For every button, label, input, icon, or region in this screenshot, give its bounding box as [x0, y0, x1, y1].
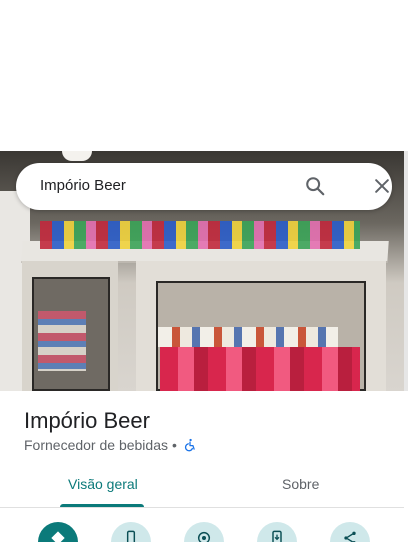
- nearby-button[interactable]: [184, 522, 224, 542]
- send-to-phone-button[interactable]: [257, 522, 297, 542]
- share-button[interactable]: [330, 522, 370, 542]
- phone-icon: [126, 530, 136, 542]
- tab-about[interactable]: Sobre: [282, 476, 319, 492]
- search-bar[interactable]: Impório Beer: [16, 163, 392, 210]
- separator-dot: •: [172, 437, 177, 453]
- close-icon[interactable]: [372, 176, 392, 196]
- call-button[interactable]: [111, 522, 151, 542]
- place-subtitle: Fornecedor de bebidas •: [24, 437, 197, 453]
- photo-products-shelf: [158, 327, 338, 347]
- tab-indicator: [60, 504, 144, 507]
- send-to-phone-icon: [272, 530, 282, 542]
- tab-bar: Visão geral Sobre: [0, 470, 404, 508]
- share-icon: [344, 531, 356, 542]
- scrollbar[interactable]: [404, 151, 408, 391]
- action-row: [0, 520, 404, 542]
- photo-products-left: [38, 311, 86, 371]
- photo-products-top: [40, 221, 360, 249]
- search-icon[interactable]: [304, 175, 326, 197]
- tab-overview[interactable]: Visão geral: [68, 476, 138, 492]
- place-category[interactable]: Fornecedor de bebidas: [24, 437, 168, 453]
- photo-candies: [160, 347, 360, 391]
- place-title: Impório Beer: [24, 408, 150, 433]
- directions-icon: [51, 531, 65, 542]
- nearby-icon: [197, 531, 211, 542]
- directions-button[interactable]: [38, 522, 78, 542]
- search-input[interactable]: Impório Beer: [40, 177, 126, 194]
- wheelchair-icon: [184, 438, 195, 452]
